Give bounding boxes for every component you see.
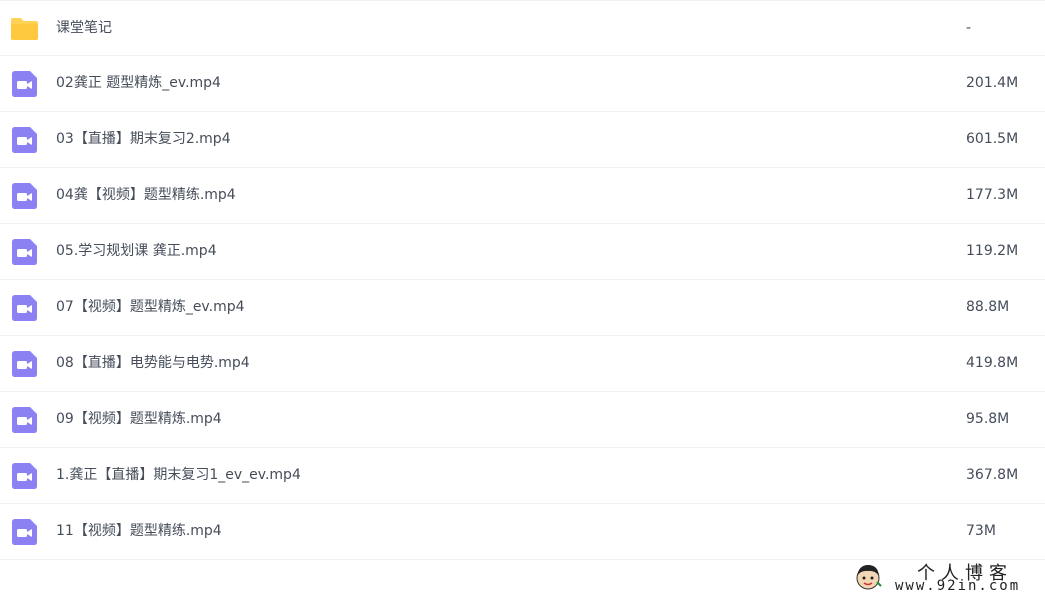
file-name[interactable]: 07【视频】题型精炼_ev.mp4: [56, 280, 245, 335]
file-row[interactable]: 课堂笔记 -: [0, 0, 1045, 56]
folder-icon: [11, 18, 38, 40]
file-row[interactable]: 07【视频】题型精炼_ev.mp4 88.8M: [0, 280, 1045, 336]
video-file-icon: [12, 127, 37, 153]
file-size: 419.8M: [966, 355, 1019, 371]
video-file-icon: [12, 519, 37, 545]
file-size: -: [966, 20, 972, 36]
cartoon-face-icon: [856, 565, 882, 590]
file-size: 95.8M: [966, 411, 1010, 427]
file-size: 73M: [966, 523, 996, 539]
file-row[interactable]: 03【直播】期末复习2.mp4 601.5M: [0, 112, 1045, 168]
file-row[interactable]: 09【视频】题型精炼.mp4 95.8M: [0, 392, 1045, 448]
file-row[interactable]: 04龚【视频】题型精练.mp4 177.3M: [0, 168, 1045, 224]
file-name[interactable]: 05.学习规划课 龚正.mp4: [56, 224, 217, 279]
watermark: 个人博客 www.92in.com: [853, 560, 1043, 598]
file-name[interactable]: 09【视频】题型精炼.mp4: [56, 392, 222, 447]
file-size: 367.8M: [966, 467, 1019, 483]
video-file-icon: [12, 239, 37, 265]
file-row[interactable]: 1.龚正【直播】期末复习1_ev_ev.mp4 367.8M: [0, 448, 1045, 504]
video-file-icon: [12, 463, 37, 489]
file-size: 119.2M: [966, 243, 1019, 259]
video-file-icon: [12, 183, 37, 209]
file-size: 201.4M: [966, 75, 1019, 91]
file-name[interactable]: 04龚【视频】题型精练.mp4: [56, 168, 236, 223]
video-file-icon: [12, 71, 37, 97]
file-size: 601.5M: [966, 131, 1019, 147]
file-size: 177.3M: [966, 187, 1019, 203]
file-row[interactable]: 08【直播】电势能与电势.mp4 419.8M: [0, 336, 1045, 392]
video-file-icon: [12, 351, 37, 377]
file-name[interactable]: 1.龚正【直播】期末复习1_ev_ev.mp4: [56, 448, 301, 503]
file-row[interactable]: 11【视频】题型精练.mp4 73M: [0, 504, 1045, 560]
file-row[interactable]: 05.学习规划课 龚正.mp4 119.2M: [0, 224, 1045, 280]
file-name[interactable]: 08【直播】电势能与电势.mp4: [56, 336, 250, 391]
file-name[interactable]: 课堂笔记: [56, 1, 112, 56]
video-file-icon: [12, 295, 37, 321]
file-name[interactable]: 02龚正 题型精炼_ev.mp4: [56, 56, 221, 111]
file-size: 88.8M: [966, 299, 1010, 315]
video-file-icon: [12, 407, 37, 433]
file-row[interactable]: 02龚正 题型精炼_ev.mp4 201.4M: [0, 56, 1045, 112]
file-list: 课堂笔记 - 02龚正 题型精炼_ev.mp4 201.4M 03【直播】期末复…: [0, 0, 1045, 560]
file-name[interactable]: 11【视频】题型精练.mp4: [56, 504, 222, 559]
watermark-url: www.92in.com: [895, 578, 1021, 594]
file-name[interactable]: 03【直播】期末复习2.mp4: [56, 112, 231, 167]
